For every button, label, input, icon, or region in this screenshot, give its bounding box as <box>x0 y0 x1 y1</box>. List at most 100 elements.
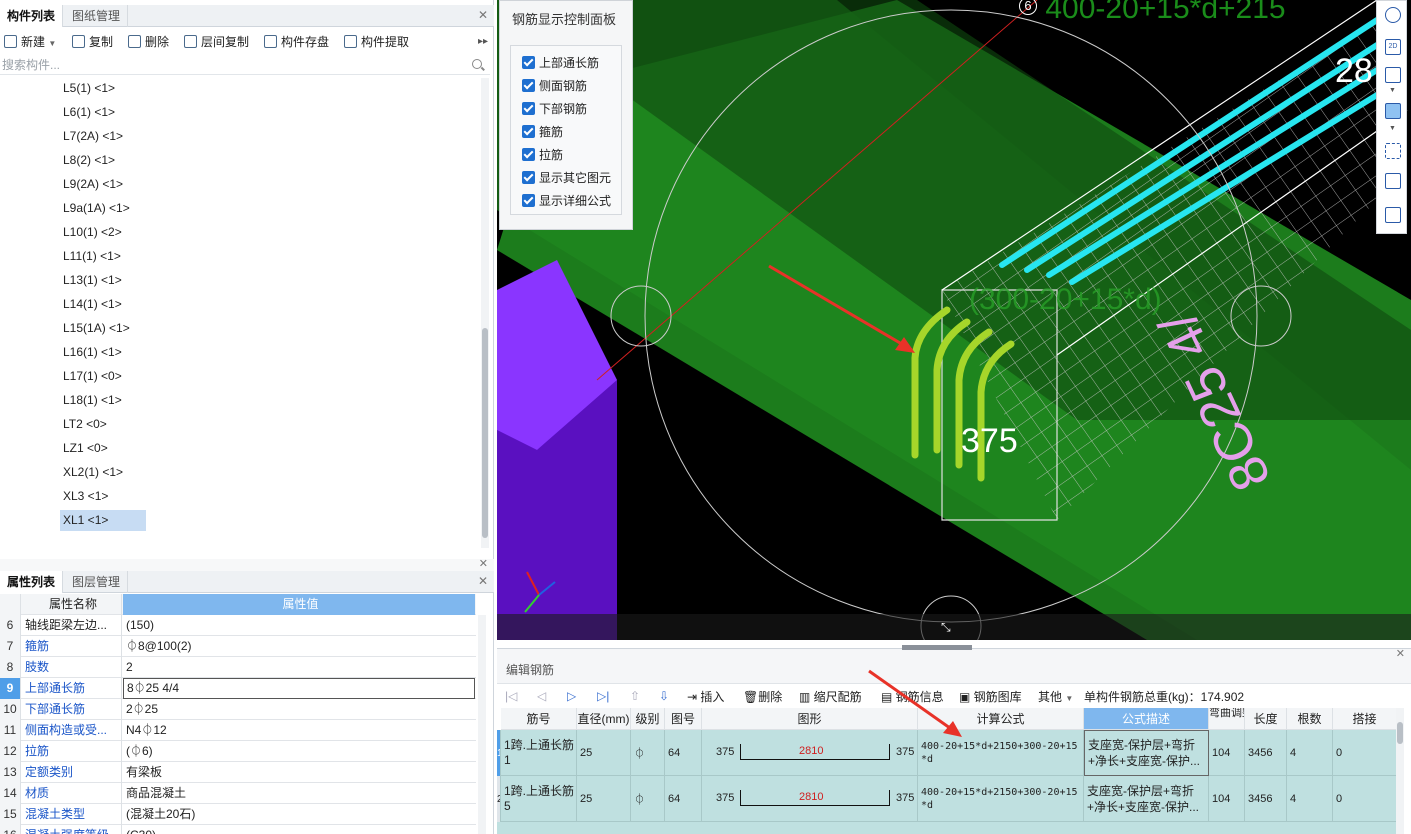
rebar-fig-cell[interactable]: 64 <box>665 730 702 776</box>
rebar-desc-cell[interactable]: 支座宽-保护层+弯折+净长+支座宽-保护... <box>1084 730 1209 776</box>
property-value[interactable]: N4⏀12 <box>123 720 475 741</box>
scale-rebar-button[interactable]: ▥ 缩尺配筋 <box>799 688 862 705</box>
list-view-icon[interactable] <box>1385 207 1401 223</box>
grid-header[interactable]: 根数 <box>1287 708 1333 730</box>
component-list-item[interactable]: L15(1A) <1> <box>60 318 133 339</box>
2d-view-icon[interactable]: 2D <box>1385 39 1401 55</box>
panel-splitter[interactable]: ✕ <box>0 558 494 571</box>
floor-copy-button[interactable]: 层间复制 <box>184 32 249 52</box>
rebar-lap-cell[interactable]: 0 <box>1333 730 1397 776</box>
search-icon[interactable] <box>472 59 482 69</box>
move-down-icon[interactable]: ⇩ <box>659 689 669 703</box>
checkbox-checked-icon[interactable] <box>522 125 535 138</box>
component-list-item[interactable]: L5(1) <1> <box>60 78 118 99</box>
component-list-scrollbar[interactable] <box>481 78 489 548</box>
component-list-item[interactable]: L9(2A) <1> <box>60 174 126 195</box>
property-row[interactable]: 6 轴线距梁左边... (150) <box>0 615 476 636</box>
rebar-grid-scrollbar[interactable] <box>1396 708 1404 834</box>
close-icon[interactable]: ✕ <box>1396 647 1405 660</box>
chevron-down-icon[interactable]: ▼ <box>48 39 56 48</box>
chevron-down-icon[interactable]: ▼ <box>1389 87 1396 94</box>
first-icon[interactable]: |◁ <box>505 689 517 703</box>
chevron-down-icon[interactable]: ▼ <box>1389 125 1396 132</box>
grid-header[interactable]: 筋号 <box>501 708 577 730</box>
checkbox-checked-icon[interactable] <box>522 102 535 115</box>
property-row[interactable]: 9 上部通长筋 8⏀25 4/4 <box>0 678 476 699</box>
rebar-option[interactable]: 侧面钢筋 <box>522 77 587 95</box>
rebar-grade-cell[interactable]: ⏀ <box>631 776 665 822</box>
property-value[interactable]: 有梁板 <box>123 762 475 783</box>
rebar-option[interactable]: 显示详细公式 <box>522 192 611 210</box>
component-list-item[interactable]: L16(1) <1> <box>60 342 125 363</box>
rebar-count-cell[interactable]: 4 <box>1287 730 1333 776</box>
rebar-name-cell[interactable]: 1跨.上通长筋5 <box>501 776 577 822</box>
component-list-item[interactable]: L10(1) <2> <box>60 222 125 243</box>
rebar-name-cell[interactable]: 1跨.上通长筋1 <box>501 730 577 776</box>
property-value[interactable]: (C30) <box>123 825 475 834</box>
solid-view-icon[interactable] <box>1385 103 1401 119</box>
property-scrollbar[interactable] <box>478 615 486 834</box>
property-row[interactable]: 11 侧面构造或受... N4⏀12 <box>0 720 476 741</box>
panel-splitter-handle[interactable] <box>902 645 972 650</box>
checkbox-checked-icon[interactable] <box>522 148 535 161</box>
component-list-item[interactable]: L7(2A) <1> <box>60 126 126 147</box>
tab-property-list[interactable]: 属性列表 <box>0 571 64 593</box>
rebar-grade-cell[interactable]: ⏀ <box>631 730 665 776</box>
rebar-desc-cell[interactable]: 支座宽-保护层+弯折+净长+支座宽-保护... <box>1084 776 1209 822</box>
save-component-button[interactable]: 构件存盘 <box>264 32 329 52</box>
component-list-item[interactable]: LZ1 <0> <box>60 438 111 459</box>
scroll-thumb[interactable] <box>482 328 488 538</box>
rebar-diameter-cell[interactable]: 25 <box>577 730 631 776</box>
prev-icon[interactable]: ◁ <box>537 689 546 703</box>
collapse-icon[interactable]: ⤡ <box>941 620 951 635</box>
rebar-row[interactable] <box>497 822 1397 834</box>
tab-component-list[interactable]: 构件列表 <box>0 5 64 27</box>
checkbox-checked-icon[interactable] <box>522 171 535 184</box>
rebar-diameter-cell[interactable]: 25 <box>577 776 631 822</box>
component-list-item[interactable]: XL3 <1> <box>60 486 111 507</box>
component-list-item[interactable]: L8(2) <1> <box>60 150 118 171</box>
delete-button[interactable]: 删除 <box>128 32 169 52</box>
extract-component-button[interactable]: 构件提取 <box>344 32 409 52</box>
property-value[interactable]: 商品混凝土 <box>123 783 475 804</box>
property-value[interactable]: 2⏀25 <box>123 699 475 720</box>
search-input[interactable] <box>0 56 470 74</box>
checkbox-checked-icon[interactable] <box>522 194 535 207</box>
property-value[interactable]: (150) <box>123 615 475 636</box>
close-icon[interactable]: ✕ <box>478 574 488 588</box>
copy-button[interactable]: 复制 <box>72 32 113 52</box>
rebar-row[interactable]: 21跨.上通长筋525⏀643752810375400-20+15*d+2150… <box>497 776 1397 822</box>
property-row[interactable]: 10 下部通长筋 2⏀25 <box>0 699 476 720</box>
rebar-option[interactable]: 下部钢筋 <box>522 100 587 118</box>
rebar-shape-cell[interactable]: 375 2810 375 <box>702 776 918 822</box>
component-list-item[interactable]: L13(1) <1> <box>60 270 125 291</box>
rebar-length-cell[interactable]: 3456 <box>1245 776 1287 822</box>
property-value[interactable]: ⏀8@100(2) <box>123 636 475 657</box>
property-row[interactable]: 8 肢数 2 <box>0 657 476 678</box>
grid-header[interactable]: 弯曲调整 <box>1209 708 1245 730</box>
property-row[interactable]: 15 混凝土类型 (混凝土20石) <box>0 804 476 825</box>
scroll-thumb[interactable] <box>1397 722 1403 744</box>
last-icon[interactable]: ▷| <box>597 689 609 703</box>
component-list-item[interactable]: LT2 <0> <box>60 414 110 435</box>
3d-box-icon[interactable] <box>1385 67 1401 83</box>
property-row[interactable]: 12 拉筋 (⏀6) <box>0 741 476 762</box>
tab-layer-management[interactable]: 图层管理 <box>65 571 129 593</box>
rebar-bend-cell[interactable]: 104 <box>1209 730 1245 776</box>
property-value[interactable]: 2 <box>123 657 475 678</box>
other-dropdown[interactable]: 其他 ▼ <box>1038 688 1073 705</box>
component-list-item[interactable]: L14(1) <1> <box>60 294 125 315</box>
grid-header[interactable]: 级别 <box>631 708 665 730</box>
rebar-option[interactable]: 上部通长筋 <box>522 54 599 72</box>
component-list-item[interactable]: L18(1) <1> <box>60 390 125 411</box>
property-value[interactable]: 8⏀25 4/4 <box>123 678 475 699</box>
more-icon[interactable]: ▸▸ <box>478 32 488 52</box>
property-row[interactable]: 14 材质 商品混凝土 <box>0 783 476 804</box>
rebar-count-cell[interactable]: 4 <box>1287 776 1333 822</box>
rebar-formula-cell[interactable]: 400-20+15*d+2150+300-20+15*d <box>918 776 1084 822</box>
rebar-fig-cell[interactable]: 64 <box>665 776 702 822</box>
property-row[interactable]: 16混凝土强度等级(C30) <box>0 825 476 834</box>
grid-header[interactable]: 直径(mm) <box>577 708 631 730</box>
grid-header[interactable]: 长度 <box>1245 708 1287 730</box>
checkbox-checked-icon[interactable] <box>522 56 535 69</box>
